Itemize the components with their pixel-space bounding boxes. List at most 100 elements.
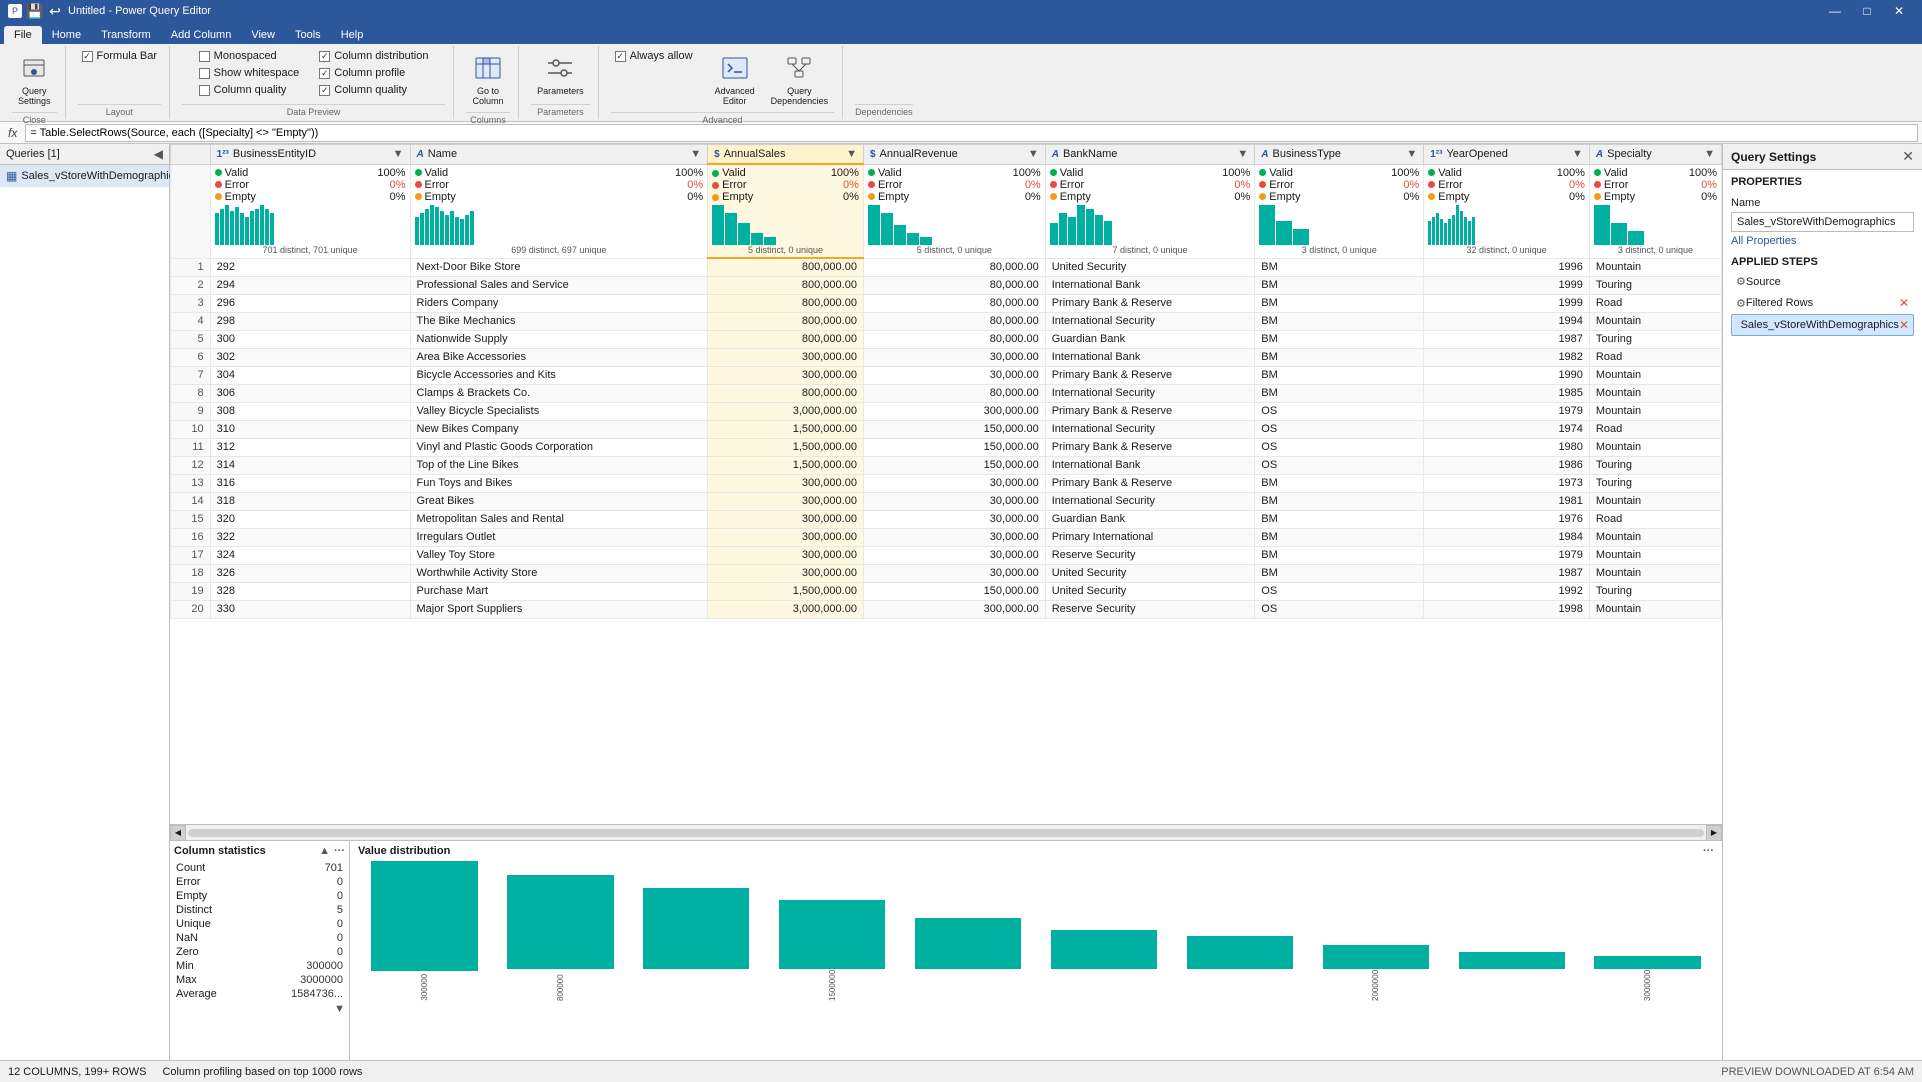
tab-home[interactable]: Home xyxy=(42,26,91,44)
cell-bank: International Security xyxy=(1045,312,1255,330)
step-gear-icon[interactable]: ⚙ xyxy=(1736,275,1746,288)
scroll-right-arrow[interactable]: ▶ xyxy=(1706,825,1722,841)
table-row[interactable]: 12 314 Top of the Line Bikes 1,500,000.0… xyxy=(171,456,1722,474)
applied-step-item[interactable]: ⚙ Filtered Rows ✕ xyxy=(1731,292,1914,314)
col-filter-specialty[interactable]: ▼ xyxy=(1704,148,1715,160)
column-profile-checkbox[interactable] xyxy=(319,68,330,79)
col-filter-id[interactable]: ▼ xyxy=(393,148,404,160)
col-header-name[interactable]: A Name ▼ xyxy=(410,145,708,165)
show-whitespace-toggle[interactable]: Show whitespace xyxy=(195,65,304,81)
grid-container[interactable]: 1²³ BusinessEntityID ▼ A Name ▼ xyxy=(170,144,1722,824)
table-row[interactable]: 13 316 Fun Toys and Bikes 300,000.00 30,… xyxy=(171,474,1722,492)
stats-label: Max xyxy=(174,973,250,987)
formula-bar-checkbox[interactable] xyxy=(82,51,93,62)
tab-view[interactable]: View xyxy=(241,26,285,44)
table-row[interactable]: 2 294 Professional Sales and Service 800… xyxy=(171,276,1722,294)
col-header-bankname[interactable]: A BankName ▼ xyxy=(1045,145,1255,165)
qs-name-input[interactable]: Sales_vStoreWithDemographics xyxy=(1731,212,1914,232)
col-filter-name[interactable]: ▼ xyxy=(690,148,701,160)
column-distribution-toggle[interactable]: Column distribution xyxy=(315,48,432,64)
query-settings-icon xyxy=(18,52,50,84)
table-row[interactable]: 16 322 Irregulars Outlet 300,000.00 30,0… xyxy=(171,528,1722,546)
table-row[interactable]: 20 330 Major Sport Suppliers 3,000,000.0… xyxy=(171,600,1722,618)
tab-file[interactable]: File xyxy=(4,26,42,44)
table-row[interactable]: 18 326 Worthwhile Activity Store 300,000… xyxy=(171,564,1722,582)
parameters-button[interactable]: Parameters xyxy=(531,48,590,100)
stats-row: Min 300000 xyxy=(174,959,345,973)
table-row[interactable]: 7 304 Bicycle Accessories and Kits 300,0… xyxy=(171,366,1722,384)
step-delete-icon[interactable]: ✕ xyxy=(1899,318,1909,332)
col-filter-biztype[interactable]: ▼ xyxy=(1406,148,1417,160)
table-row[interactable]: 17 324 Valley Toy Store 300,000.00 30,00… xyxy=(171,546,1722,564)
table-row[interactable]: 6 302 Area Bike Accessories 300,000.00 3… xyxy=(171,348,1722,366)
advanced-editor-label: Advanced Editor xyxy=(715,86,755,106)
column-quality-checkbox[interactable] xyxy=(199,85,210,96)
goto-column-button[interactable]: Go to Column xyxy=(466,48,510,110)
quick-access-undo[interactable]: ↩ xyxy=(48,4,62,18)
cell-specialty: Road xyxy=(1589,294,1721,312)
query-item-sales[interactable]: ▦ Sales_vStoreWithDemographics xyxy=(0,165,169,187)
chart-bar xyxy=(779,900,885,969)
table-row[interactable]: 1 292 Next-Door Bike Store 800,000.00 80… xyxy=(171,258,1722,276)
qs-close-button[interactable]: ✕ xyxy=(1902,148,1914,165)
applied-step-item[interactable]: Sales_vStoreWithDemographics ✕ xyxy=(1731,314,1914,336)
tab-tools[interactable]: Tools xyxy=(285,26,331,44)
value-dist-menu-btn[interactable]: ··· xyxy=(1703,845,1714,857)
monospaced-checkbox[interactable] xyxy=(199,51,210,62)
step-gear-icon[interactable]: ⚙ xyxy=(1736,297,1746,310)
fx-icon[interactable]: fx xyxy=(4,126,21,140)
quick-access-save[interactable]: 💾 xyxy=(28,4,42,18)
table-row[interactable]: 14 318 Great Bikes 300,000.00 30,000.00 … xyxy=(171,492,1722,510)
column-quality-toggle[interactable]: Column quality xyxy=(195,82,304,98)
column-profile-toggle[interactable]: Column profile xyxy=(315,65,432,81)
scroll-left-arrow[interactable]: ◀ xyxy=(170,825,186,841)
col-filter-bank[interactable]: ▼ xyxy=(1237,148,1248,160)
col-header-annualrevenue[interactable]: $ AnnualRevenue ▼ xyxy=(863,145,1045,165)
col-filter-year[interactable]: ▼ xyxy=(1572,148,1583,160)
table-row[interactable]: 11 312 Vinyl and Plastic Goods Corporati… xyxy=(171,438,1722,456)
table-row[interactable]: 15 320 Metropolitan Sales and Rental 300… xyxy=(171,510,1722,528)
ribbon-tab-bar: File Home Transform Add Column View Tool… xyxy=(0,22,1922,44)
horizontal-scrollbar[interactable]: ◀ ▶ xyxy=(170,824,1722,840)
col-header-yearopened[interactable]: 1²³ YearOpened ▼ xyxy=(1424,145,1590,165)
close-button[interactable]: ✕ xyxy=(1884,2,1914,20)
table-row[interactable]: 5 300 Nationwide Supply 800,000.00 80,00… xyxy=(171,330,1722,348)
tab-transform[interactable]: Transform xyxy=(91,26,161,44)
monospaced-toggle[interactable]: Monospaced xyxy=(195,48,304,64)
advanced-editor-button[interactable]: Advanced Editor xyxy=(709,48,761,110)
col-filter-revenue[interactable]: ▼ xyxy=(1028,148,1039,160)
col-header-annualsales[interactable]: $ AnnualSales ▼ xyxy=(708,145,864,165)
col-stats-scroll-up[interactable]: ▲ xyxy=(319,845,330,857)
minimize-button[interactable]: — xyxy=(1820,2,1850,20)
col-filter-sales[interactable]: ▼ xyxy=(846,148,857,160)
show-whitespace-checkbox[interactable] xyxy=(199,68,210,79)
table-row[interactable]: 8 306 Clamps & Brackets Co. 800,000.00 8… xyxy=(171,384,1722,402)
column-quality2-toggle[interactable]: Column quality xyxy=(315,82,432,98)
always-allow-toggle[interactable]: Always allow xyxy=(611,48,697,64)
table-row[interactable]: 19 328 Purchase Mart 1,500,000.00 150,00… xyxy=(171,582,1722,600)
scroll-thumb[interactable] xyxy=(188,829,1704,837)
always-allow-checkbox[interactable] xyxy=(615,51,626,62)
tab-add-column[interactable]: Add Column xyxy=(161,26,242,44)
query-dependencies-button[interactable]: Query Dependencies xyxy=(765,48,835,110)
col-header-specialty[interactable]: A Specialty ▼ xyxy=(1589,145,1721,165)
col-stats-menu-btn[interactable]: ··· xyxy=(334,845,345,857)
formula-bar-toggle[interactable]: Formula Bar xyxy=(78,48,162,64)
column-distribution-checkbox[interactable] xyxy=(319,51,330,62)
table-row[interactable]: 10 310 New Bikes Company 1,500,000.00 15… xyxy=(171,420,1722,438)
query-settings-button[interactable]: Query Settings xyxy=(12,48,57,110)
column-quality2-checkbox[interactable] xyxy=(319,85,330,96)
table-row[interactable]: 9 308 Valley Bicycle Specialists 3,000,0… xyxy=(171,402,1722,420)
maximize-button[interactable]: □ xyxy=(1852,2,1882,20)
queries-collapse-button[interactable]: ◀ xyxy=(154,147,163,161)
table-row[interactable]: 4 298 The Bike Mechanics 800,000.00 80,0… xyxy=(171,312,1722,330)
step-delete-icon[interactable]: ✕ xyxy=(1899,296,1909,310)
applied-step-item[interactable]: ⚙ Source xyxy=(1731,271,1914,292)
table-row[interactable]: 3 296 Riders Company 800,000.00 80,000.0… xyxy=(171,294,1722,312)
col-header-businesstype[interactable]: A BusinessType ▼ xyxy=(1255,145,1424,165)
stats-expand-btn[interactable]: ▼ xyxy=(334,1003,345,1015)
qs-all-properties-link[interactable]: All Properties xyxy=(1723,232,1922,250)
formula-bar-input[interactable] xyxy=(25,124,1918,142)
tab-help[interactable]: Help xyxy=(331,26,374,44)
col-header-businessentityid[interactable]: 1²³ BusinessEntityID ▼ xyxy=(210,145,410,165)
